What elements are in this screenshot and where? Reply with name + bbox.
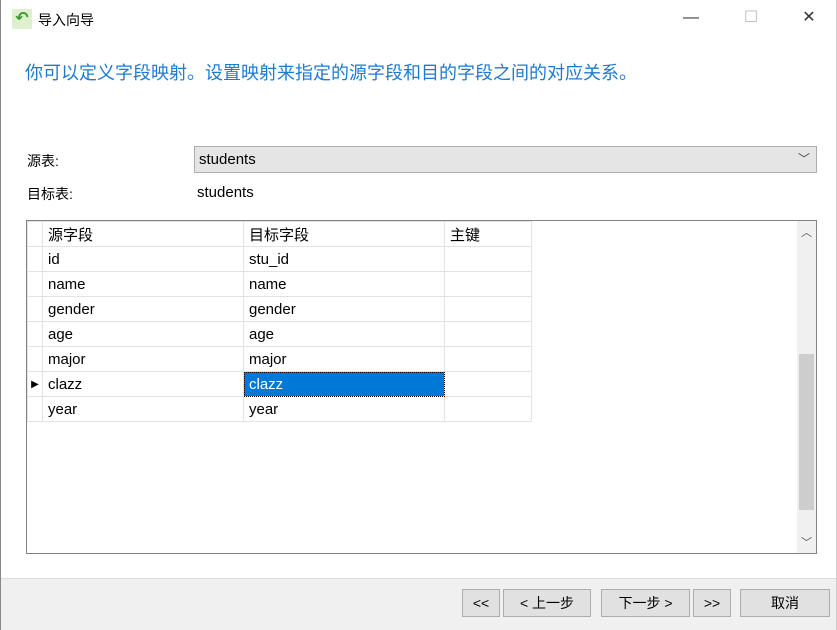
table-row[interactable]: major major: [27, 346, 532, 372]
window-title: 导入向导: [38, 12, 94, 28]
import-wizard-window: ↶ 导入向导 — ☐ ✕ 你可以定义字段映射。设置映射来指定的源字段和目的字段之…: [0, 0, 837, 630]
row-header[interactable]: [27, 321, 43, 347]
primary-key-cell[interactable]: [444, 296, 532, 322]
source-field-cell[interactable]: gender: [42, 296, 244, 322]
row-header[interactable]: [27, 396, 43, 422]
target-field-cell[interactable]: age: [243, 321, 445, 347]
primary-key-cell[interactable]: [444, 371, 532, 397]
minimize-button[interactable]: —: [676, 6, 706, 30]
first-step-button[interactable]: <<: [462, 589, 500, 617]
row-header[interactable]: [27, 296, 43, 322]
back-arrow-icon: ↶: [12, 9, 32, 29]
target-table-label: 目标表:: [27, 186, 73, 202]
target-field-cell[interactable]: major: [243, 346, 445, 372]
vertical-scrollbar[interactable]: ︿ ﹀: [797, 221, 816, 553]
grid-header-row: 源字段 目标字段 主键: [27, 221, 532, 247]
row-header[interactable]: [27, 346, 43, 372]
chevron-down-icon: ﹀: [797, 152, 810, 166]
table-row[interactable]: year year: [27, 396, 532, 422]
source-field-cell[interactable]: age: [42, 321, 244, 347]
source-table-select[interactable]: students ﹀: [194, 146, 817, 173]
column-header-source-field[interactable]: 源字段: [42, 221, 244, 247]
row-header[interactable]: [27, 246, 43, 272]
table-row[interactable]: name name: [27, 271, 532, 297]
source-table-label: 源表:: [27, 153, 59, 169]
wizard-footer: << < 上一步 下一步 > >> 取消: [1, 578, 836, 630]
current-row-indicator-icon[interactable]: ▶: [27, 371, 43, 397]
scroll-down-icon[interactable]: ﹀: [797, 534, 816, 550]
scrollbar-thumb[interactable]: [799, 354, 814, 510]
primary-key-cell[interactable]: [444, 246, 532, 272]
source-field-cell[interactable]: name: [42, 271, 244, 297]
source-table-value: students: [199, 151, 256, 168]
source-field-cell[interactable]: id: [42, 246, 244, 272]
source-field-cell[interactable]: major: [42, 346, 244, 372]
target-table-value: students: [197, 184, 254, 201]
primary-key-cell[interactable]: [444, 346, 532, 372]
column-header-target-field[interactable]: 目标字段: [243, 221, 445, 247]
primary-key-cell[interactable]: [444, 396, 532, 422]
target-field-cell[interactable]: stu_id: [243, 246, 445, 272]
last-step-button[interactable]: >>: [693, 589, 731, 617]
target-field-cell[interactable]: name: [243, 271, 445, 297]
target-field-cell[interactable]: gender: [243, 296, 445, 322]
row-header[interactable]: [27, 271, 43, 297]
table-row[interactable]: age age: [27, 321, 532, 347]
primary-key-cell[interactable]: [444, 321, 532, 347]
close-button[interactable]: ✕: [794, 6, 824, 30]
target-field-cell[interactable]: year: [243, 396, 445, 422]
maximize-button[interactable]: ☐: [736, 6, 766, 30]
source-field-cell[interactable]: clazz: [42, 371, 244, 397]
table-row[interactable]: id stu_id: [27, 246, 532, 272]
target-field-cell[interactable]: clazz: [243, 371, 445, 397]
scroll-up-icon[interactable]: ︿: [797, 224, 816, 240]
field-mapping-grid: 源字段 目标字段 主键 id stu_id name name gender g…: [26, 220, 817, 554]
previous-step-button[interactable]: < 上一步: [503, 589, 591, 617]
table-row[interactable]: gender gender: [27, 296, 532, 322]
column-header-primary-key[interactable]: 主键: [444, 221, 532, 247]
primary-key-cell[interactable]: [444, 271, 532, 297]
next-step-button[interactable]: 下一步 >: [601, 589, 690, 617]
cancel-button[interactable]: 取消: [740, 589, 830, 617]
row-header-corner: [27, 221, 43, 247]
wizard-description: 你可以定义字段映射。设置映射来指定的源字段和目的字段之间的对应关系。: [25, 63, 637, 83]
table-row[interactable]: ▶ clazz clazz: [27, 371, 532, 397]
source-field-cell[interactable]: year: [42, 396, 244, 422]
title-bar: ↶ 导入向导 — ☐ ✕: [1, 0, 836, 36]
